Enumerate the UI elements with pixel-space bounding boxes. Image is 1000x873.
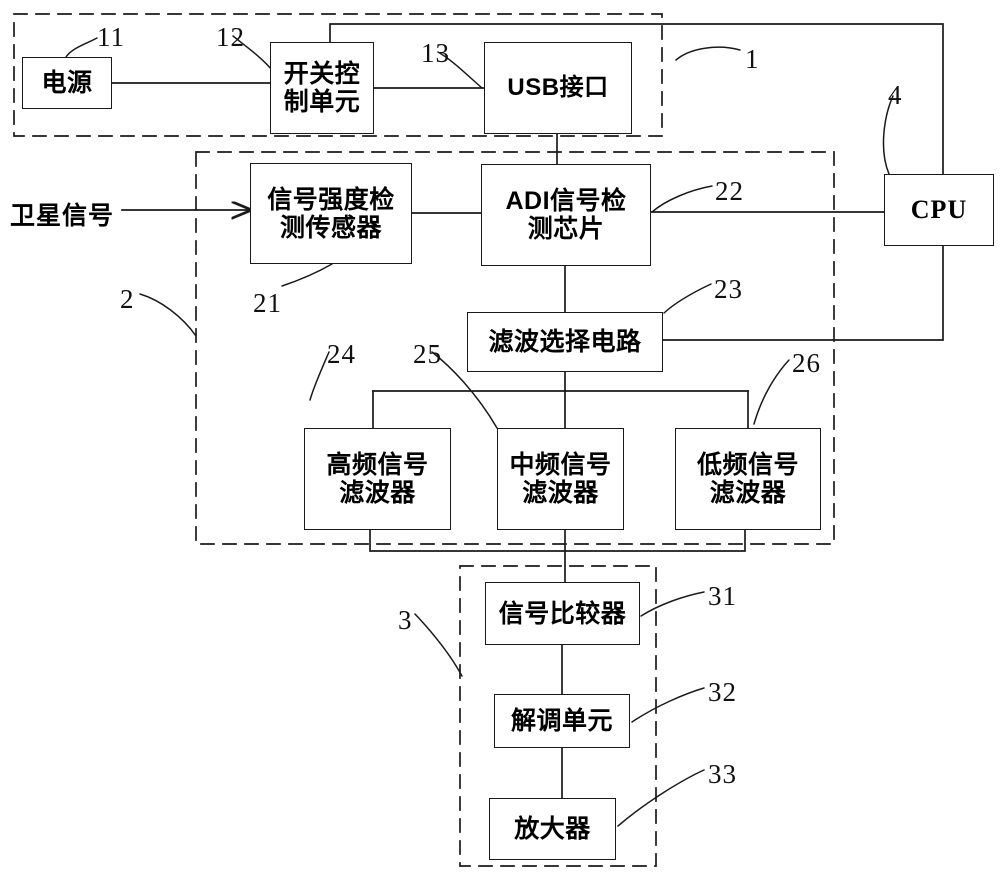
wire-low-to-merge	[564, 529, 746, 552]
ref-label-32: 32	[708, 677, 737, 707]
signal-strength-sensor-block[interactable]: 信号强度检 测传感器	[250, 163, 412, 264]
cpu-label: CPU	[910, 195, 968, 225]
leader-2	[139, 293, 197, 337]
cpu-block[interactable]: CPU	[884, 174, 994, 246]
ref-label-23: 23	[714, 274, 743, 304]
leader-32	[631, 687, 705, 723]
satellite-signal-input-label: 卫星信号	[10, 202, 115, 230]
amplifier-block[interactable]: 放大器	[489, 798, 616, 860]
wire-high-to-merge	[369, 529, 566, 552]
filter-selection-circuit-block[interactable]: 滤波选择电路	[467, 312, 663, 372]
amplifier-label: 放大器	[514, 815, 591, 843]
leader-3	[414, 613, 463, 677]
high-frequency-filter-label: 高频信号 滤波器	[326, 451, 429, 507]
signal-strength-sensor-label: 信号强度检 测传感器	[267, 185, 395, 242]
wire-filterselect-to-cpu	[662, 245, 944, 341]
power-source-label: 电源	[41, 69, 93, 97]
switch-control-unit-block[interactable]: 开关控 制单元	[270, 42, 374, 134]
leader-11	[65, 37, 98, 58]
mid-frequency-filter-label: 中频信号 滤波器	[509, 451, 612, 507]
high-frequency-filter-block[interactable]: 高频信号 滤波器	[304, 428, 451, 530]
ref-label-11: 11	[97, 22, 125, 52]
usb-interface-block[interactable]: USB接口	[484, 42, 632, 134]
ref-label-33: 33	[708, 759, 737, 789]
leader-31	[640, 591, 705, 617]
ref-label-21: 21	[253, 288, 282, 318]
adi-signal-detection-chip-block[interactable]: ADI信号检 测芯片	[481, 164, 651, 266]
demodulation-unit-label: 解调单元	[510, 707, 613, 735]
leader-23	[663, 283, 712, 314]
switch-control-unit-label: 开关控 制单元	[283, 60, 361, 116]
ref-label-1: 1	[745, 44, 760, 74]
leader-33	[617, 769, 705, 827]
adi-signal-detection-chip-label: ADI信号检 测芯片	[505, 187, 627, 243]
usb-interface-label: USB接口	[507, 73, 609, 101]
leader-26	[753, 359, 790, 425]
ref-label-22: 22	[715, 176, 744, 206]
ref-label-25: 25	[413, 339, 442, 369]
signal-comparator-block[interactable]: 信号比较器	[485, 582, 640, 645]
leader-1	[675, 46, 741, 61]
ref-label-4: 4	[888, 80, 903, 110]
ref-label-3: 3	[398, 605, 413, 635]
ref-label-24: 24	[327, 339, 356, 369]
ref-label-13: 13	[421, 38, 450, 68]
low-frequency-filter-block[interactable]: 低频信号 滤波器	[675, 428, 821, 530]
leader-22	[651, 185, 713, 213]
ref-label-2: 2	[120, 284, 135, 314]
power-source-block[interactable]: 电源	[22, 57, 112, 109]
demodulation-unit-block[interactable]: 解调单元	[494, 694, 630, 748]
filter-selection-circuit-label: 滤波选择电路	[488, 328, 642, 356]
ref-label-31: 31	[708, 581, 737, 611]
low-frequency-filter-label: 低频信号 滤波器	[696, 451, 799, 507]
signal-comparator-label: 信号比较器	[498, 599, 627, 628]
leader-21	[281, 263, 333, 287]
ref-label-12: 12	[216, 22, 245, 52]
mid-frequency-filter-block[interactable]: 中频信号 滤波器	[497, 428, 624, 530]
ref-label-26: 26	[792, 348, 821, 378]
diagram-canvas: 卫星信号 电源 开关控 制单元 USB接口 信号强度检 测传感器 ADI信号检 …	[0, 0, 1000, 873]
